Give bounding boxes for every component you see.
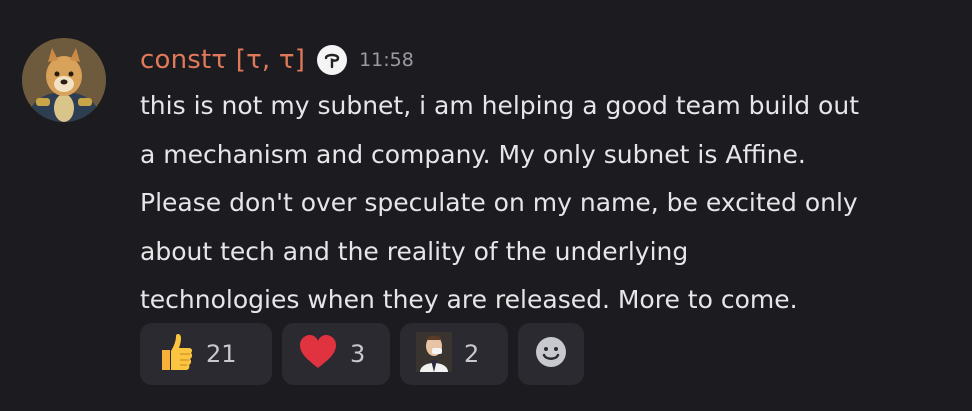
- reaction-count: 2: [464, 340, 480, 368]
- chat-message: constτ [τ, τ] 11:58 this is not my subne…: [0, 0, 972, 411]
- author-name[interactable]: constτ [τ, τ]: [140, 45, 305, 75]
- reaction-thumbs-up[interactable]: 21: [140, 323, 272, 385]
- reactions-bar: 21 3 2: [140, 323, 584, 385]
- reaction-count: 21: [206, 340, 237, 368]
- add-reaction-button[interactable]: [518, 323, 584, 385]
- message-line: technologies when they are released. Mor…: [140, 285, 798, 314]
- message-content: this is not my subnet, i am helping a go…: [140, 82, 960, 325]
- custom-emoji-icon: [416, 332, 452, 376]
- heart-icon: [298, 334, 338, 374]
- reaction-count: 3: [350, 340, 366, 368]
- reaction-heart[interactable]: 3: [282, 323, 390, 385]
- server-tag-icon[interactable]: [317, 45, 348, 75]
- thumbs-up-icon: [156, 332, 194, 376]
- reaction-custom-emoji[interactable]: 2: [400, 323, 508, 385]
- message-line: Please don't over speculate on my name, …: [140, 188, 858, 217]
- message-line: about tech and the reality of the underl…: [140, 236, 689, 266]
- avatar[interactable]: [22, 38, 106, 122]
- message-line: this is not my subnet, i am helping a go…: [140, 91, 859, 120]
- smiley-icon: [534, 335, 568, 373]
- message-timestamp[interactable]: 11:58: [359, 49, 414, 71]
- message-header: constτ [τ, τ] 11:58: [140, 40, 414, 80]
- message-line: a mechanism and company. My only subnet …: [140, 139, 806, 169]
